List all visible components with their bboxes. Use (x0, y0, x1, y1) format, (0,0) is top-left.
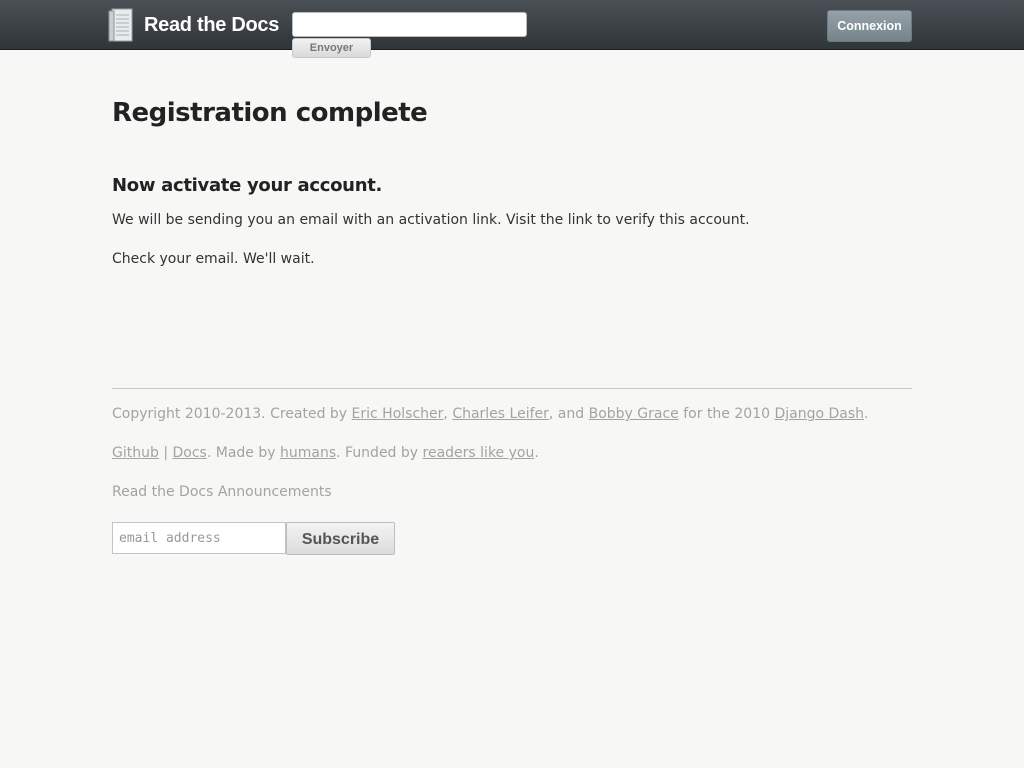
activation-instructions: We will be sending you an email with an … (112, 212, 750, 228)
copyright-mid: for the 2010 (678, 406, 775, 422)
copyright-prefix: Copyright 2010-2013. Created by (112, 406, 352, 422)
pipe-separator: | (158, 445, 173, 461)
top-navigation-bar: Read the Docs Envoyer Connexion (0, 0, 1024, 58)
github-link[interactable]: Github (112, 445, 159, 461)
email-address-input[interactable] (112, 522, 286, 554)
copyright-line: Copyright 2010-2013. Created by Eric Hol… (112, 406, 868, 422)
author-link-charles-leifer[interactable]: Charles Leifer (452, 406, 549, 422)
search-input[interactable] (292, 12, 527, 37)
readers-like-you-link[interactable]: readers like you (423, 445, 535, 461)
separator: , (443, 406, 453, 422)
footer-divider (112, 388, 912, 389)
author-link-bobby-grace[interactable]: Bobby Grace (589, 406, 679, 422)
newsletter-form: Subscribe (112, 522, 395, 555)
brand-name: Read the Docs (144, 13, 280, 36)
book-icon (108, 8, 133, 42)
docs-link[interactable]: Docs (173, 445, 207, 461)
brand-logo-link[interactable]: Read the Docs (108, 8, 279, 42)
search-form: Envoyer (292, 12, 527, 58)
footer-end: . (534, 445, 539, 461)
humans-link[interactable]: humans (280, 445, 336, 461)
django-dash-link[interactable]: Django Dash (774, 406, 864, 422)
copyright-end: . (864, 406, 869, 422)
search-submit-button[interactable]: Envoyer (292, 38, 371, 58)
funded-by-text: . Funded by (336, 445, 423, 461)
page-title: Registration complete (112, 98, 428, 128)
activation-heading: Now activate your account. (112, 175, 383, 196)
separator: , and (548, 406, 589, 422)
login-button[interactable]: Connexion (827, 10, 912, 42)
made-by-text: . Made by (206, 445, 280, 461)
check-email-text: Check your email. We'll wait. (112, 251, 315, 267)
footer-links-line: Github | Docs. Made by humans. Funded by… (112, 445, 539, 461)
announcements-label: Read the Docs Announcements (112, 484, 332, 500)
subscribe-button[interactable]: Subscribe (286, 522, 395, 555)
author-link-eric-holscher[interactable]: Eric Holscher (352, 406, 444, 422)
